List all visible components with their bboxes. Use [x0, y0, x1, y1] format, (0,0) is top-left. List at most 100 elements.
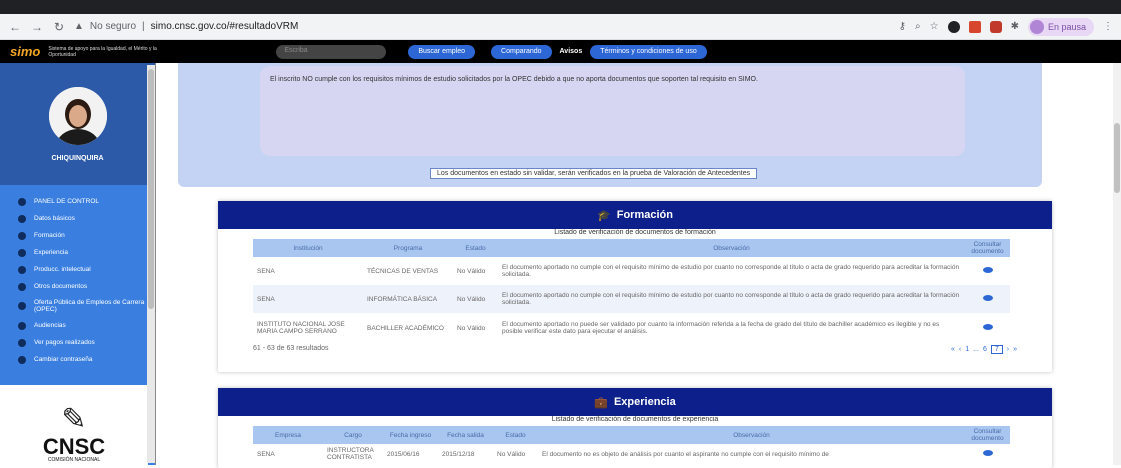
- search-jobs-button[interactable]: Buscar empleo: [408, 44, 476, 59]
- browser-toolbar: ← → ↻ ▲ No seguro | simo.cnsc.gov.co/#re…: [0, 14, 1121, 40]
- pager-prev[interactable]: ‹: [959, 346, 961, 353]
- cell-programa: INFORMÁTICA BÁSICA: [363, 285, 453, 313]
- compare-button[interactable]: Comparando: [491, 44, 552, 59]
- cell-programa: BACHILLER ACADÉMICO: [367, 324, 444, 332]
- graduation-icon: 🎓: [597, 209, 611, 222]
- cell-consultar: [965, 313, 1010, 343]
- pager-current[interactable]: 7: [990, 345, 1003, 354]
- experiencia-table: Empresa Cargo Fecha ingreso Fecha salida…: [253, 426, 1010, 464]
- pager-page-1[interactable]: 1: [965, 346, 969, 353]
- url-separator: |: [142, 21, 145, 32]
- url-text: simo.cnsc.gov.co/#resultadoVRM: [150, 21, 299, 32]
- sidebar-item-label: Producc. intelectual: [34, 266, 91, 273]
- column-header: Consultar documento: [965, 426, 1010, 444]
- page-scrollbar[interactable]: [1113, 63, 1121, 465]
- pager-next[interactable]: ›: [1007, 346, 1009, 353]
- cell-estado: No Válido: [497, 450, 526, 458]
- sidebar-item-label: Experiencia: [34, 249, 68, 256]
- formacion-table: Institución Programa Estado Observación …: [253, 239, 1010, 343]
- user-name: CHIQUINQUIRA: [51, 154, 104, 162]
- zoom-icon[interactable]: ⌕: [915, 21, 921, 32]
- cnsc-subtitle: COMISIÓN NACIONAL: [47, 457, 101, 463]
- column-header: Fecha ingreso: [383, 426, 438, 444]
- sidebar-item-otros[interactable]: Otros documentos: [0, 278, 155, 295]
- sidebar-item-opec[interactable]: Oferta Pública de Empleos de Carrera (OP…: [0, 295, 155, 317]
- experiencia-header: 💼 Experiencia: [218, 388, 1052, 416]
- address-bar[interactable]: ▲ No seguro | simo.cnsc.gov.co/#resultad…: [74, 21, 891, 32]
- observation-box: El inscrito NO cumple con los requisitos…: [260, 66, 965, 156]
- logo-tagline: Sistema de apoyo para la Igualdad, el Mé…: [48, 45, 157, 58]
- sidebar-item-panel[interactable]: PANEL DE CONTROL: [0, 193, 155, 210]
- search-input[interactable]: Escriba: [276, 44, 387, 59]
- column-header: Cargo: [323, 426, 383, 444]
- cell-consultar: [965, 444, 1010, 464]
- sidebar-item-label: Cambiar contraseña: [34, 356, 93, 363]
- main-content: El inscrito NO cumple con los requisitos…: [156, 63, 1121, 468]
- sidebar-item-label: Audiencias: [34, 322, 66, 329]
- notices-link[interactable]: Avisos: [560, 48, 583, 55]
- sidebar-item-password[interactable]: Cambiar contraseña: [0, 351, 155, 368]
- dollar-icon: [18, 338, 26, 347]
- reload-icon[interactable]: ↻: [52, 20, 66, 34]
- cnsc-logo: ✎ CNSC COMISIÓN NACIONAL: [0, 385, 148, 465]
- security-label: No seguro: [89, 21, 137, 32]
- avatar: [48, 86, 107, 145]
- profile-panel: CHIQUINQUIRA: [0, 63, 155, 185]
- experiencia-title: Experiencia: [613, 396, 676, 408]
- sidebar-item-datos[interactable]: Datos básicos: [0, 210, 155, 227]
- cell-ingreso: 2015/06/16: [387, 450, 420, 458]
- eye-icon[interactable]: [982, 324, 993, 330]
- sidebar-item-experiencia[interactable]: Experiencia: [0, 244, 155, 261]
- sidebar-item-audiencias[interactable]: Audiencias: [0, 317, 155, 334]
- eye-icon[interactable]: [982, 450, 993, 456]
- cell-programa: TÉCNICAS DE VENTAS: [367, 267, 439, 275]
- simo-logo[interactable]: simo: [10, 44, 40, 59]
- cell-consultar: [965, 285, 1010, 313]
- pager-page-6[interactable]: 6: [983, 346, 987, 353]
- cell-cargo: INSTRUCTORA CONTRATISTA: [327, 447, 374, 461]
- back-icon[interactable]: ←: [8, 20, 22, 34]
- globe-icon: [18, 302, 26, 310]
- table-row: INSTITUTO NACIONAL JOSE MARIA CAMPO SERR…: [253, 313, 1010, 343]
- formacion-caption: Listado de verificación de documentos de…: [554, 229, 716, 236]
- app-header: simo Sistema de apoyo para la Igualdad, …: [0, 40, 1121, 63]
- cell-institucion: INSTITUTO NACIONAL JOSE MARIA CAMPO SERR…: [257, 321, 345, 335]
- sidebar-item-label: PANEL DE CONTROL: [34, 198, 100, 205]
- document-icon: [18, 282, 26, 291]
- extension-circle-icon[interactable]: [947, 20, 960, 33]
- cell-estado: No Válido: [453, 285, 498, 313]
- sidebar-item-label: Ver pagos realizados: [34, 339, 95, 346]
- menu-dots-icon[interactable]: ⋮: [1103, 21, 1113, 32]
- table-row: SENA TÉCNICAS DE VENTAS No Válido El doc…: [253, 257, 1010, 285]
- cell-empresa: SENA: [257, 450, 275, 458]
- eye-icon[interactable]: [982, 295, 993, 301]
- eye-icon[interactable]: [982, 267, 993, 273]
- star-icon[interactable]: ☆: [930, 21, 939, 32]
- cell-observacion: El documento aportado no puede ser valid…: [502, 321, 940, 335]
- sidebar-scroll-thumb[interactable]: [148, 69, 154, 309]
- forward-icon[interactable]: →: [30, 20, 44, 34]
- column-header: Programa: [363, 239, 453, 257]
- puzzle-icon[interactable]: ✱: [1011, 21, 1019, 32]
- people-icon: [18, 321, 26, 330]
- cnsc-emblem-icon: ✎: [61, 403, 87, 436]
- sidebar-item-formacion[interactable]: Formación: [0, 227, 155, 244]
- table-footer: 61 - 63 de 63 resultados « ‹ 1 ... 6 7 ›…: [253, 345, 1017, 354]
- extension-red-icon[interactable]: [968, 20, 981, 33]
- page-scroll-thumb[interactable]: [1114, 123, 1120, 193]
- pager-first[interactable]: «: [951, 346, 955, 353]
- cell-estado: No Válido: [457, 267, 486, 275]
- sidebar-item-produccion[interactable]: Producc. intelectual: [0, 261, 155, 278]
- cell-salida: 2015/12/18: [442, 450, 475, 458]
- key-icon[interactable]: ⚷: [899, 21, 906, 32]
- book-icon: [18, 265, 26, 274]
- extension-pocket-icon[interactable]: [989, 20, 1002, 33]
- browser-extensions: ⚷ ⌕ ☆ ✱ En pausa ⋮: [899, 17, 1113, 36]
- pager-last[interactable]: »: [1013, 346, 1017, 353]
- warning-icon: ▲: [74, 21, 84, 32]
- sidebar-scrollbar[interactable]: [147, 65, 155, 463]
- terms-button[interactable]: Términos y condiciones de uso: [590, 44, 707, 59]
- profile-button[interactable]: En pausa: [1027, 17, 1094, 36]
- sidebar-item-pagos[interactable]: Ver pagos realizados: [0, 334, 155, 351]
- user-icon: [18, 214, 26, 223]
